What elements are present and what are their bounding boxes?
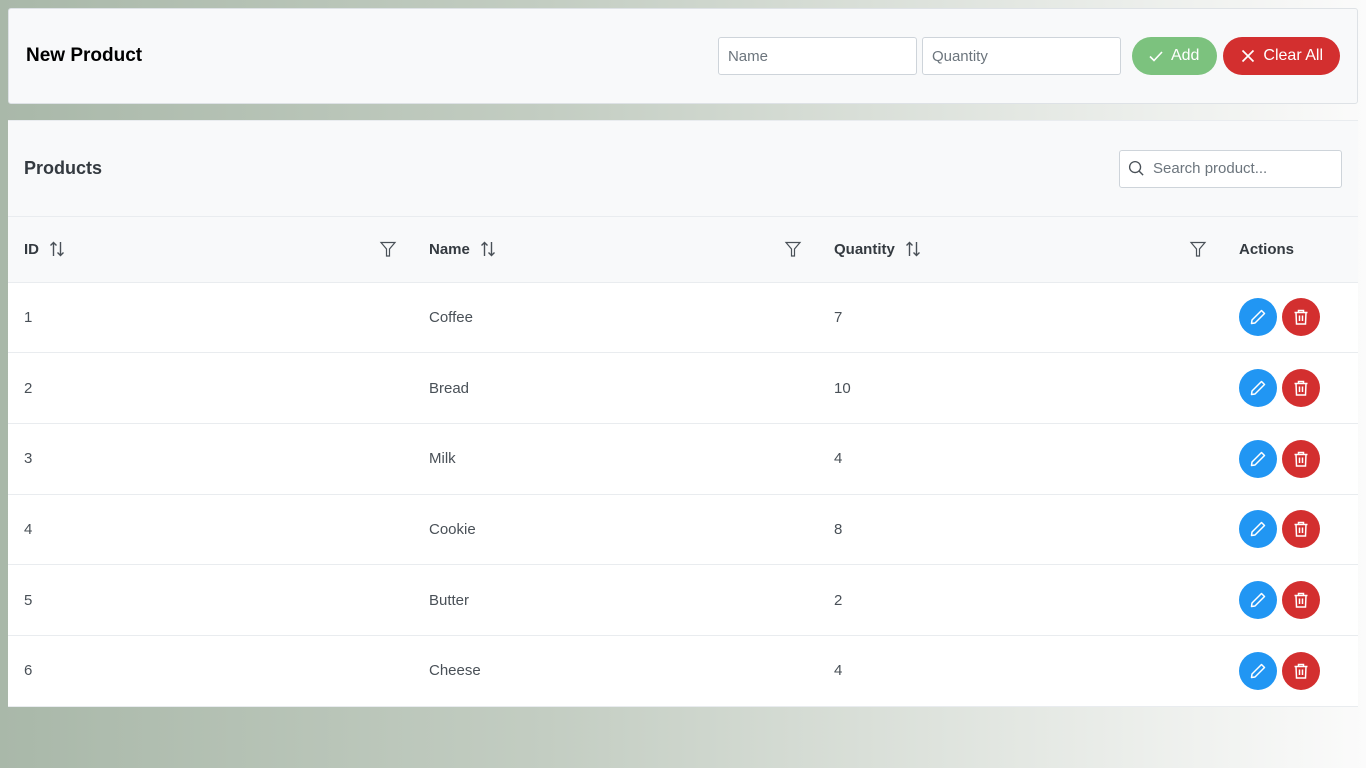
name-input[interactable]: [717, 37, 917, 75]
pencil-icon: [1249, 450, 1267, 468]
times-icon: [1240, 48, 1256, 64]
pencil-icon: [1249, 662, 1267, 680]
new-product-card: New Product Add Clear All: [8, 8, 1358, 104]
column-label: Quantity: [834, 240, 895, 258]
products-header: Products: [8, 121, 1358, 217]
delete-button[interactable]: [1282, 581, 1320, 620]
search-icon: [1128, 160, 1145, 177]
column-label: ID: [24, 240, 39, 258]
cell-id: 3: [8, 423, 413, 495]
products-title: Products: [24, 158, 103, 178]
column-label: Actions: [1239, 240, 1295, 258]
table-row: 6 Cheese 4: [8, 635, 1358, 707]
trash-icon: [1292, 308, 1310, 326]
products-table: ID Name Quantity Actions 1 Coffee 7 2 Br…: [8, 217, 1358, 707]
search-input[interactable]: [1153, 160, 1333, 177]
clear-all-button[interactable]: Clear All: [1223, 37, 1340, 75]
table-row: 2 Bread 10: [8, 352, 1358, 424]
cell-name: Bread: [413, 352, 818, 424]
new-product-title: New Product: [26, 45, 143, 66]
sort-icon[interactable]: [904, 240, 922, 258]
cell-quantity: 4: [818, 635, 1223, 707]
filter-icon[interactable]: [1189, 240, 1207, 258]
check-icon: [1148, 48, 1164, 64]
edit-button[interactable]: [1239, 510, 1277, 549]
delete-button[interactable]: [1282, 651, 1320, 690]
table-row: 4 Cookie 8: [8, 494, 1358, 566]
edit-button[interactable]: [1239, 298, 1277, 337]
trash-icon: [1292, 662, 1310, 680]
column-header-actions: Actions: [1223, 217, 1358, 283]
table-row: 1 Coffee 7: [8, 282, 1358, 354]
cell-id: 4: [8, 494, 413, 566]
cell-quantity: 4: [818, 423, 1223, 495]
sort-icon[interactable]: [48, 240, 66, 258]
cell-actions: [1223, 282, 1358, 354]
cell-id: 1: [8, 282, 413, 354]
trash-icon: [1292, 450, 1310, 468]
filter-icon[interactable]: [784, 240, 802, 258]
trash-icon: [1292, 591, 1310, 609]
edit-button[interactable]: [1239, 651, 1277, 690]
edit-button[interactable]: [1239, 581, 1277, 620]
delete-button[interactable]: [1282, 298, 1320, 337]
new-product-form: Add Clear All: [717, 37, 1340, 75]
cell-id: 5: [8, 564, 413, 636]
pencil-icon: [1249, 308, 1267, 326]
sort-icon[interactable]: [479, 240, 497, 258]
cell-name: Cheese: [413, 635, 818, 707]
column-header-quantity[interactable]: Quantity: [818, 217, 1223, 283]
cell-actions: [1223, 494, 1358, 566]
delete-button[interactable]: [1282, 439, 1320, 478]
trash-icon: [1292, 379, 1310, 397]
cell-actions: [1223, 423, 1358, 495]
cell-name: Butter: [413, 564, 818, 636]
filter-icon[interactable]: [379, 240, 397, 258]
table-row: 3 Milk 4: [8, 423, 1358, 495]
column-header-id[interactable]: ID: [8, 217, 413, 283]
pencil-icon: [1249, 379, 1267, 397]
column-header-name[interactable]: Name: [413, 217, 818, 283]
cell-quantity: 7: [818, 282, 1223, 354]
cell-actions: [1223, 635, 1358, 707]
quantity-input[interactable]: [921, 37, 1121, 75]
pencil-icon: [1249, 591, 1267, 609]
pencil-icon: [1249, 520, 1267, 538]
products-card: Products ID: [8, 120, 1358, 707]
add-button-label: Add: [1170, 47, 1200, 64]
cell-id: 6: [8, 635, 413, 707]
delete-button[interactable]: [1282, 369, 1320, 408]
trash-icon: [1292, 520, 1310, 538]
table-header-row: ID Name Quantity Actions: [8, 217, 1358, 283]
cell-name: Coffee: [413, 282, 818, 354]
cell-quantity: 10: [818, 352, 1223, 424]
cell-actions: [1223, 564, 1358, 636]
add-button[interactable]: Add: [1131, 37, 1218, 75]
cell-id: 2: [8, 352, 413, 424]
cell-quantity: 8: [818, 494, 1223, 566]
cell-quantity: 2: [818, 564, 1223, 636]
cell-name: Milk: [413, 423, 818, 495]
cell-name: Cookie: [413, 494, 818, 566]
edit-button[interactable]: [1239, 439, 1277, 478]
edit-button[interactable]: [1239, 369, 1277, 408]
column-label: Name: [429, 240, 470, 258]
delete-button[interactable]: [1282, 510, 1320, 549]
clear-all-button-label: Clear All: [1263, 47, 1323, 64]
cell-actions: [1223, 352, 1358, 424]
table-row: 5 Butter 2: [8, 564, 1358, 636]
search-box: [1119, 149, 1342, 188]
